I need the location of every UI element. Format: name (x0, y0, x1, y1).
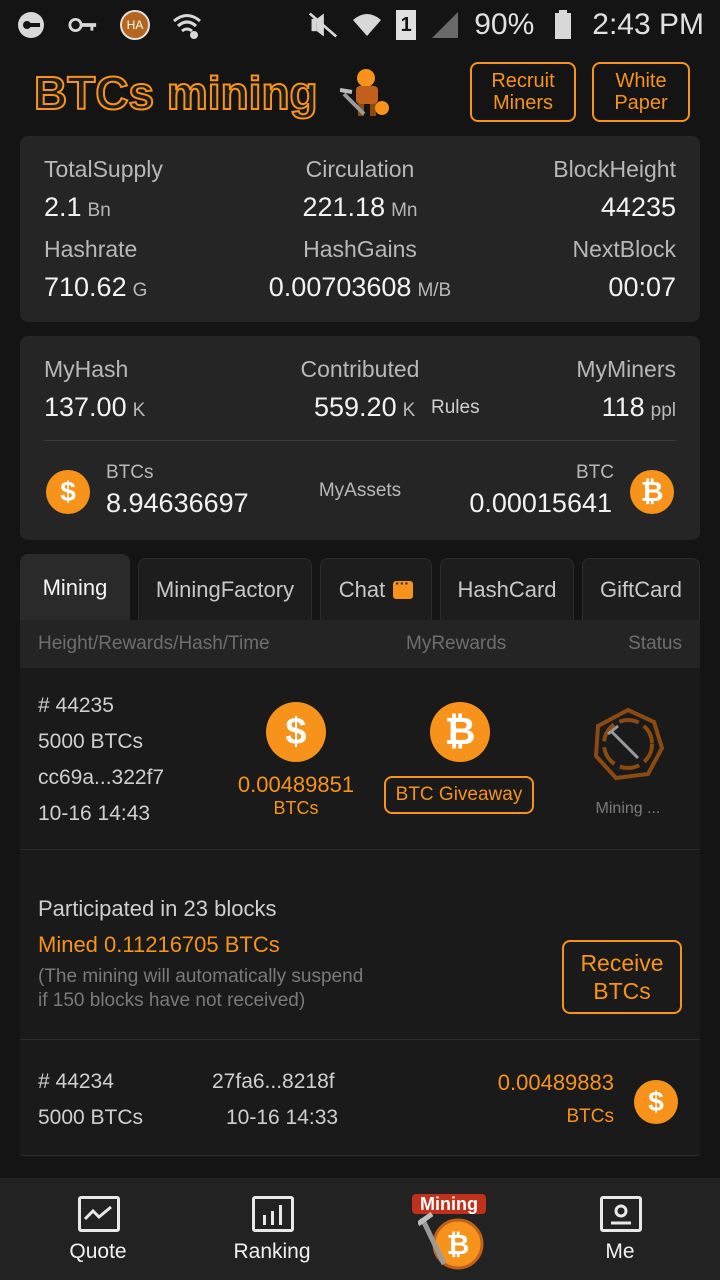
previous-block-row[interactable]: # 44234 5000 BTCs 27fa6...8218f 10-16 14… (20, 1040, 700, 1156)
btc-giveaway-coin-icon: ₿ (430, 702, 490, 762)
myminers-value: 118 ppl (601, 392, 676, 422)
block-reward: 5000 BTCs (38, 730, 144, 753)
prev-block-time: 10-16 14:33 (226, 1106, 339, 1129)
contributed-label: Contributed (300, 356, 420, 382)
mining-gear-icon (588, 704, 668, 784)
btcs-reward-coin-icon: $ (266, 702, 326, 762)
btcs-coin-icon: $ (46, 470, 90, 514)
total-supply-value: 2.1 Bn (44, 192, 111, 222)
recruit-miners-button[interactable]: Recruit Miners (470, 62, 576, 122)
btc-balance: 0.00015641 (469, 488, 612, 518)
clock: 2:43 PM (592, 8, 704, 41)
block-height-value: 44235 (600, 192, 676, 222)
btc-label: BTC (576, 462, 614, 483)
prev-block-hash: 27fa6...8218f (212, 1070, 335, 1093)
participated-count: Participated in 23 blocks (38, 896, 277, 921)
btc-giveaway-button[interactable]: BTC Giveaway (384, 776, 534, 814)
receive-btcs-button[interactable]: Receive BTCs (562, 940, 682, 1014)
tab-mining-factory[interactable]: MiningFactory (138, 558, 312, 620)
key-icon (68, 10, 98, 40)
nav-me[interactable]: Me (560, 1178, 680, 1280)
bottom-navigation: Quote Ranking Mining ₿ Me (0, 1178, 720, 1280)
app-logo: BTCs mining (33, 66, 319, 120)
bitcoin-coin-icon: ₿ (630, 470, 674, 514)
tab-mining[interactable]: Mining (20, 554, 130, 620)
tab-chat-label: Chat (338, 576, 386, 602)
btcs-label: BTCs (106, 462, 154, 483)
col-status: Status (628, 633, 682, 654)
battery-icon (548, 10, 578, 40)
current-block-row: # 44235 5000 BTCs cc69a...322f7 10-16 14… (20, 668, 700, 850)
circulation-value: 221.18 Mn (302, 192, 418, 222)
hashrate-value: 710.62 G (44, 272, 148, 302)
myminers-label: MyMiners (576, 356, 676, 382)
block-hash: cc69a...322f7 (38, 766, 165, 789)
app-notification-icon: HA (120, 10, 150, 40)
contributed-value: 559.20 K (314, 392, 416, 422)
nav-mining-label: Mining (412, 1194, 486, 1214)
nav-ranking-label: Ranking (233, 1240, 311, 1263)
white-paper-button[interactable]: White Paper (592, 62, 690, 122)
network-stats-card: TotalSupply 2.1 Bn Circulation 221.18 Mn B… (20, 136, 700, 322)
prev-my-reward-unit: BTCs (566, 1106, 615, 1127)
block-height-label: BlockHeight (553, 156, 676, 182)
miner-mascot-icon (339, 64, 390, 118)
rules-link[interactable]: Rules (431, 397, 480, 419)
myhash-label: MyHash (44, 356, 129, 382)
app-header: BTCs mining Recruit Miners White Paper (0, 58, 720, 128)
wifi-question-icon (172, 10, 202, 40)
chart-icon (78, 1196, 120, 1232)
nav-ranking[interactable]: Ranking (212, 1178, 332, 1280)
myassets-label: MyAssets (318, 480, 402, 501)
my-reward-value: 0.00489851 (237, 772, 355, 797)
total-supply-label: TotalSupply (44, 156, 163, 182)
tab-hashcard[interactable]: HashCard (440, 558, 574, 620)
btcs-balance: 8.94636697 (106, 488, 249, 518)
tab-giftcard[interactable]: GiftCard (582, 558, 700, 620)
mined-total: Mined 0.11216705 BTCs (38, 932, 280, 957)
signal-icon (430, 10, 460, 40)
suspend-note-line2: if 150 blocks have not received) (38, 990, 306, 1011)
battery-percent: 90% (474, 8, 535, 41)
nav-me-label: Me (605, 1240, 635, 1263)
table-header: Height/Rewards/Hash/Time MyRewards Statu… (20, 620, 700, 668)
my-reward-unit: BTCs (273, 798, 319, 818)
bar-chart-icon (252, 1196, 294, 1232)
nextblock-label: NextBlock (572, 236, 676, 262)
profile-icon (600, 1196, 642, 1232)
mute-icon (308, 10, 338, 40)
my-stats-card: MyHash 137.00 K Contributed 559.20 K Rules… (20, 336, 700, 540)
prev-block-height: # 44234 (38, 1070, 114, 1093)
chat-bubble-icon (393, 575, 414, 599)
mining-coin-icon: ₿ (416, 1211, 484, 1272)
nextblock-value: 00:07 (608, 272, 676, 302)
mining-status: Mining ... (595, 800, 661, 817)
svg-text:₿: ₿ (447, 1228, 470, 1261)
block-time: 10-16 14:43 (38, 802, 151, 825)
col-height-rewards: Height/Rewards/Hash/Time (38, 633, 270, 654)
nav-mining[interactable]: Mining ₿ (388, 1178, 508, 1280)
myhash-value: 137.00 K (44, 392, 146, 422)
block-height: # 44235 (38, 694, 114, 717)
wifi-icon (352, 10, 382, 40)
status-bar: HA 1 90% 2:43 PM (0, 0, 720, 50)
hashrate-label: Hashrate (44, 236, 138, 262)
col-myrewards: MyRewards (406, 633, 507, 654)
divider (44, 440, 676, 441)
hashgains-label: HashGains (303, 236, 417, 262)
nav-quote[interactable]: Quote (38, 1178, 158, 1280)
suspend-note-line1: (The mining will automatically suspend (38, 966, 364, 987)
sim-icon: 1 (396, 10, 417, 40)
hashgains-value: 0.00703608 M/B (268, 272, 452, 302)
nav-quote-label: Quote (69, 1240, 127, 1263)
participation-row: Participated in 23 blocks Mined 0.112167… (20, 850, 700, 1040)
tab-chat[interactable]: Chat (320, 558, 432, 620)
prev-my-reward-value: 0.00489883 (497, 1070, 614, 1095)
circulation-label: Circulation (305, 156, 415, 182)
prev-btcs-coin-icon: $ (634, 1080, 678, 1124)
tab-bar: Mining MiningFactory Chat HashCard GiftC… (20, 554, 700, 620)
prev-block-reward: 5000 BTCs (38, 1106, 144, 1129)
vpn-key-icon (16, 10, 46, 40)
